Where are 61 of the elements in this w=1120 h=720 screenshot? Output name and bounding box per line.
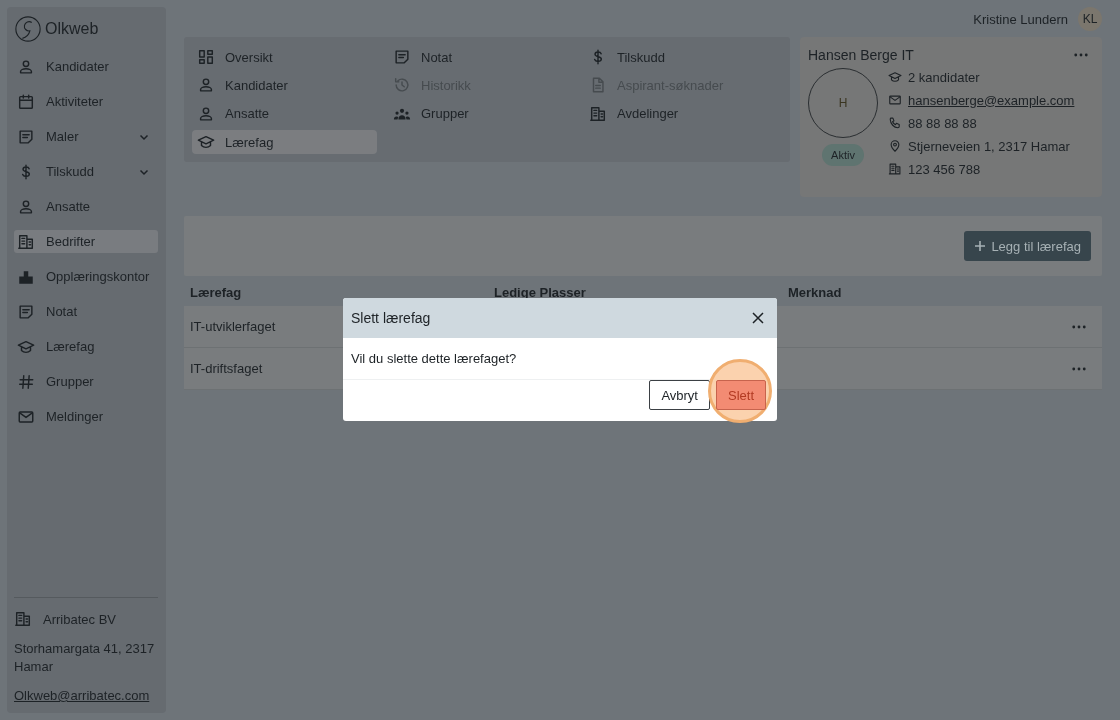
sidebar-item[interactable]: Ansatte: [14, 195, 158, 218]
nav-tab[interactable]: Tilskudd: [584, 45, 769, 70]
person-icon: [197, 104, 215, 123]
user-avatar[interactable]: KL: [1078, 7, 1102, 31]
add-button[interactable]: Legg til lærefag: [964, 231, 1091, 261]
sidebar-item[interactable]: Tilskudd: [14, 160, 158, 183]
building-icon: [589, 104, 607, 123]
detail-text: Stjerneveien 1, 2317 Hamar: [908, 138, 1070, 154]
nav-tab[interactable]: Kandidater: [192, 73, 377, 98]
nav-tab[interactable]: Oversikt: [192, 45, 377, 70]
sidebar-item[interactable]: Notat: [14, 300, 158, 323]
nav-tab[interactable]: Avdelinger: [584, 101, 769, 126]
sidebar-item[interactable]: Lærefag: [14, 335, 158, 358]
column-header: Merknad: [788, 284, 843, 300]
building-icon: [17, 232, 35, 251]
person-icon: [17, 197, 35, 216]
sidebar-item[interactable]: Kandidater: [14, 55, 158, 78]
graduation-cap-icon: [888, 70, 902, 84]
phone-icon: [888, 116, 902, 130]
person-icon: [197, 76, 215, 95]
sidebar-item[interactable]: Aktiviteter: [14, 90, 158, 113]
location-pin-icon: [888, 139, 902, 153]
nav-tab[interactable]: Lærefag: [192, 129, 377, 155]
plus-icon: [974, 240, 987, 252]
logo-icon: [14, 15, 42, 43]
column-header: Ledige Plasser: [494, 284, 587, 300]
sidebar-item[interactable]: Maler: [14, 125, 158, 148]
detail-text: 123 456 788: [908, 161, 981, 177]
grid-icon: [197, 48, 215, 67]
note-icon: [17, 302, 35, 321]
nav-tab[interactable]: Ansatte: [192, 101, 377, 126]
detail-text: 2 kandidater: [908, 69, 980, 85]
logo-text: Olkweb: [45, 20, 99, 38]
mail-icon: [888, 93, 902, 107]
company-name: Arribatec BV: [43, 611, 116, 627]
email-link[interactable]: Olkweb@arribatec.com: [14, 688, 150, 703]
building-icon: [888, 162, 902, 176]
building-icon: [14, 610, 32, 628]
table-cell-text: IT-driftsfaget: [190, 361, 264, 376]
history-icon: [393, 76, 411, 95]
note-icon: [393, 48, 411, 67]
dialog-title: Slett lærefag: [351, 310, 431, 326]
delete-button[interactable]: Slett: [716, 380, 766, 410]
nav-tab[interactable]: Notat: [388, 45, 573, 70]
status-badge: Aktiv: [822, 144, 864, 166]
cancel-button[interactable]: Avbryt: [649, 380, 710, 410]
hash-icon: [17, 372, 35, 391]
sidebar-item[interactable]: Meldinger: [14, 405, 158, 428]
sidebar-item[interactable]: Opplæringskontor: [14, 265, 158, 288]
calendar-icon: [17, 92, 35, 111]
company-address: Storhamargata 41, 2317 Hamar: [14, 640, 156, 676]
sidebar-item[interactable]: Grupper: [14, 370, 158, 393]
column-header: Lærefag: [190, 284, 243, 300]
note-icon: [17, 127, 35, 146]
company-title: Hansen Berge IT: [808, 47, 914, 63]
person-icon: [17, 57, 35, 76]
sidebar-item[interactable]: Bedrifter: [14, 230, 158, 253]
user-name: Kristine Lundern: [973, 11, 1068, 27]
nav-tab[interactable]: Grupper: [388, 101, 573, 126]
detail-text: 88 88 88 88: [908, 115, 977, 131]
email-link[interactable]: hansenberge@example.com: [908, 92, 1075, 108]
